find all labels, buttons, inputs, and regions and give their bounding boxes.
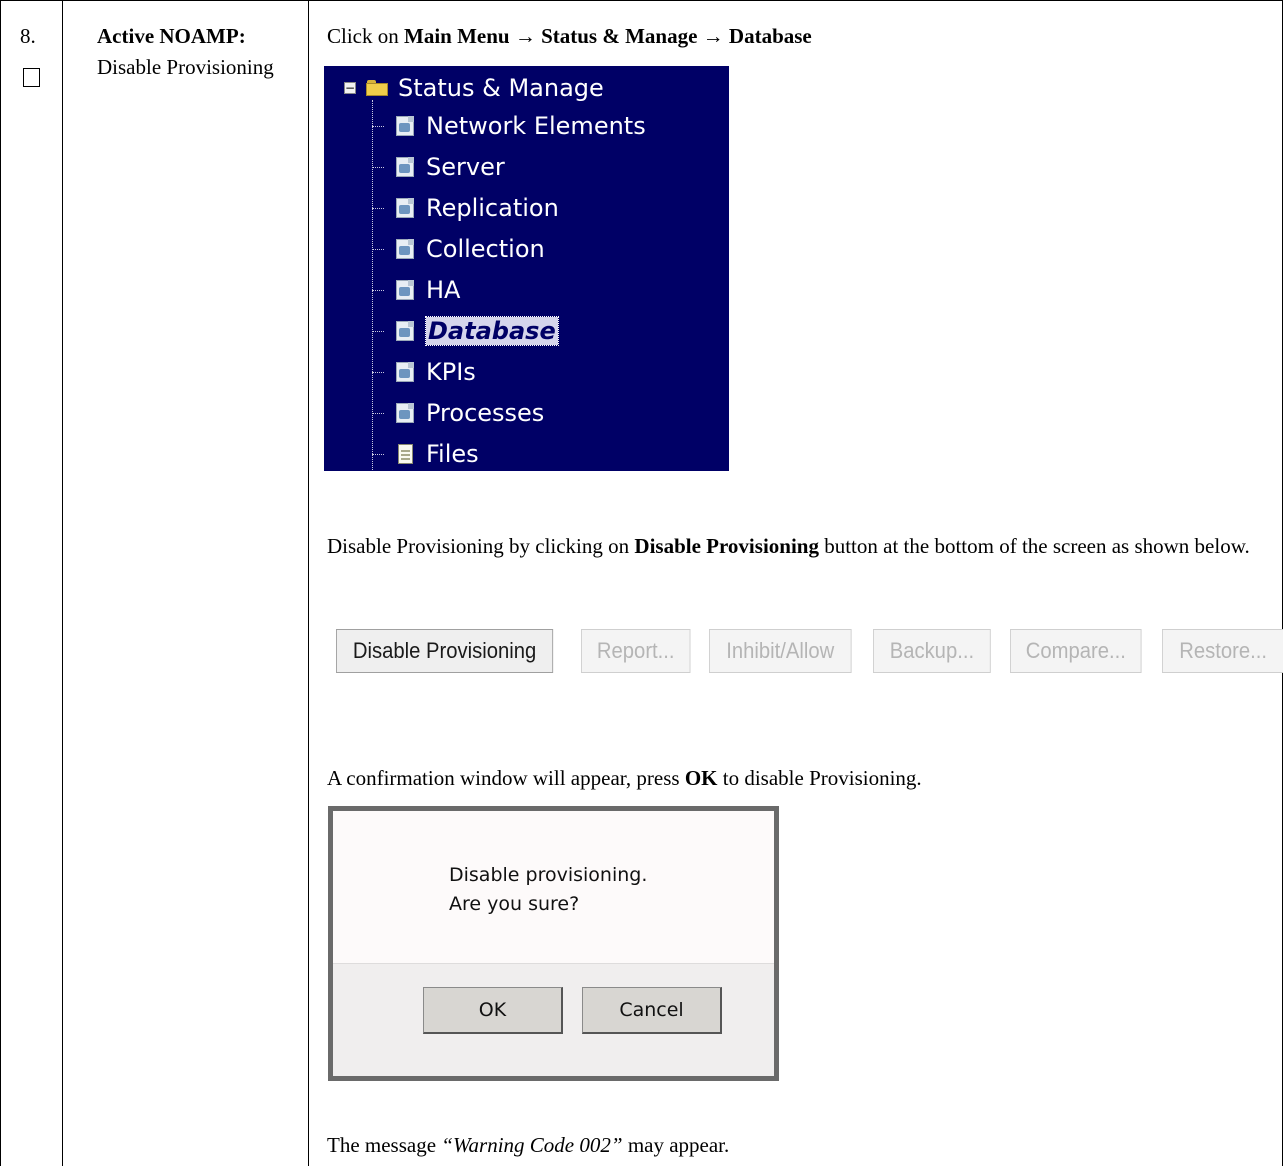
warning-code-text: “Warning Code 002”	[441, 1133, 623, 1157]
tree-item-replication[interactable]: Replication	[372, 192, 559, 224]
instruction-warning: The message “Warning Code 002” may appea…	[327, 1133, 729, 1158]
tree-connector	[372, 453, 384, 455]
ok-button[interactable]: OK	[423, 987, 563, 1034]
tree-item-label: Replication	[426, 194, 559, 222]
tree-item-files[interactable]: Files	[372, 438, 479, 470]
dialog-message-line1: Disable provisioning.	[449, 864, 648, 886]
tree-item-server[interactable]: Server	[372, 151, 505, 183]
table-border-top	[0, 0, 1283, 1]
page-icon	[394, 402, 416, 424]
instruction-confirm-prefix: A confirmation window will appear, press	[327, 766, 685, 790]
database-button-bar: Disable Provisioning Report... Inhibit/A…	[336, 629, 1283, 673]
instruction-navigate-prefix: Click on	[327, 24, 404, 48]
confirmation-dialog: Disable provisioning. Are you sure? OK C…	[328, 806, 779, 1081]
page-icon	[394, 320, 416, 342]
tree-connector	[372, 166, 384, 168]
tree-item-collection[interactable]: Collection	[372, 233, 545, 265]
tree-item-label: Network Elements	[426, 112, 646, 140]
tree-connector	[372, 248, 384, 250]
cancel-button[interactable]: Cancel	[582, 987, 722, 1034]
page-icon	[394, 361, 416, 383]
page-icon	[394, 156, 416, 178]
table-divider-1	[62, 0, 63, 1166]
tree-item-label: Database	[425, 316, 559, 346]
page-icon	[394, 279, 416, 301]
step-title: Active NOAMP:	[97, 24, 246, 48]
collapse-icon[interactable]: −	[344, 82, 356, 94]
tree-item-label: Files	[426, 440, 479, 468]
tree-node-status-manage[interactable]: − Status & Manage	[344, 72, 604, 104]
main-menu-tree: − Status & Manage Network Elements Server…	[324, 66, 729, 471]
instruction-navigate: Click on Main Menu → Status & Manage → D…	[327, 24, 812, 49]
tree-connector	[372, 330, 384, 332]
tree-item-network-elements[interactable]: Network Elements	[372, 110, 646, 142]
tree-connector	[372, 125, 384, 127]
report-button[interactable]: Report...	[581, 629, 691, 673]
compare-button[interactable]: Compare...	[1010, 629, 1142, 673]
dialog-message-line2: Are you sure?	[449, 893, 580, 915]
step-checkbox[interactable]	[23, 68, 40, 87]
folder-open-icon	[366, 80, 388, 96]
menu-path: Main Menu → Status & Manage → Database	[404, 24, 812, 48]
instruction-confirm-suffix: to disable Provisioning.	[717, 766, 922, 790]
instruction-confirm-bold: OK	[684, 766, 718, 790]
restore-button[interactable]: Restore...	[1162, 629, 1283, 673]
dialog-message: Disable provisioning. Are you sure?	[449, 861, 647, 919]
file-icon	[394, 443, 416, 465]
tree-item-processes[interactable]: Processes	[372, 397, 544, 429]
tree-connector	[372, 412, 384, 414]
tree-item-label: HA	[426, 276, 461, 304]
tree-item-label: Collection	[426, 235, 545, 263]
tree-connector	[372, 289, 384, 291]
tree-connector	[372, 371, 384, 373]
instruction-warning-suffix: may appear.	[622, 1133, 730, 1157]
instruction-disable-prefix: Disable Provisioning by clicking on	[327, 534, 635, 558]
instruction-warning-prefix: The message	[327, 1133, 442, 1157]
disable-provisioning-button[interactable]: Disable Provisioning	[336, 629, 554, 673]
tree-item-label: KPIs	[426, 358, 476, 386]
tree-item-kpis[interactable]: KPIs	[372, 356, 476, 388]
step-description: Disable Provisioning	[97, 55, 274, 79]
instruction-disable: Disable Provisioning by clicking on Disa…	[327, 532, 1257, 560]
step-number: 8.	[20, 24, 36, 48]
tree-item-label: Server	[426, 153, 505, 181]
tree-item-ha[interactable]: HA	[372, 274, 460, 306]
inhibit-allow-button[interactable]: Inhibit/Allow	[709, 629, 852, 673]
instruction-confirm: A confirmation window will appear, press…	[327, 766, 922, 791]
page-icon	[394, 197, 416, 219]
tree-root-label: Status & Manage	[398, 74, 604, 102]
page-icon	[394, 238, 416, 260]
table-divider-2	[308, 0, 309, 1166]
instruction-disable-bold: Disable Provisioning	[634, 534, 819, 558]
table-border-left	[0, 0, 1, 1166]
instruction-disable-suffix: button at the bottom of the screen as sh…	[818, 534, 1250, 558]
backup-button[interactable]: Backup...	[873, 629, 991, 673]
page-icon	[394, 115, 416, 137]
dialog-footer: OK Cancel	[333, 963, 774, 1076]
tree-connector	[372, 207, 384, 209]
tree-item-database[interactable]: Database	[372, 315, 559, 347]
tree-item-label: Processes	[426, 399, 545, 427]
